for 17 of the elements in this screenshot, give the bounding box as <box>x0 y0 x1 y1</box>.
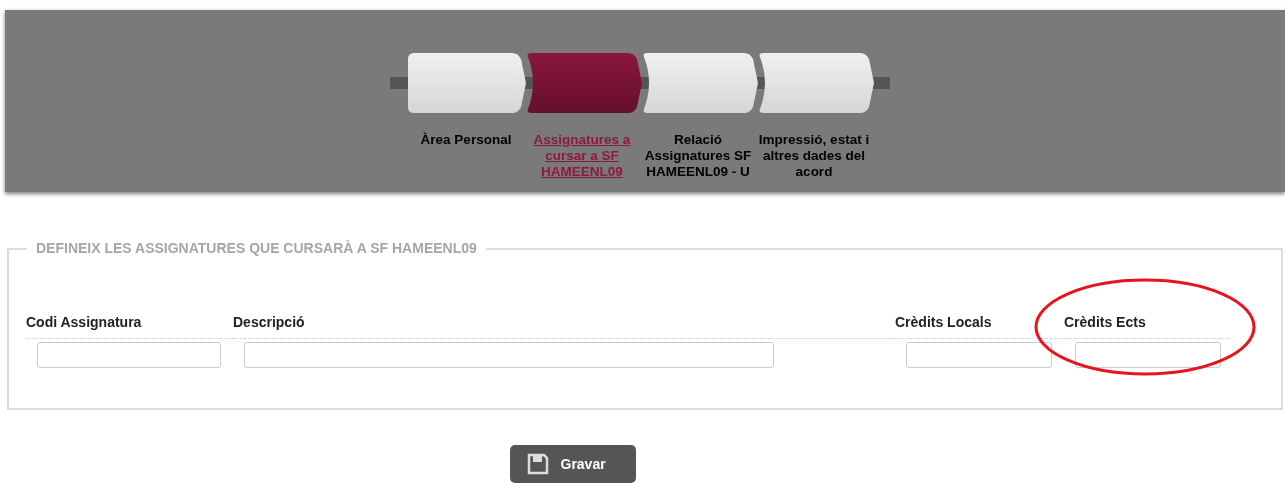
field-label: Descripció <box>233 314 305 330</box>
step-chevron[interactable] <box>643 53 758 113</box>
step-chevron[interactable] <box>408 53 526 113</box>
field-label: Codi Assignatura <box>26 314 142 330</box>
save-button[interactable]: Gravar <box>509 445 636 483</box>
field-label: Crèdits Locals <box>895 314 992 330</box>
section-legend: DEFINEIX LES ASSIGNATURES QUE CURSARÀ A SF HAMEENL09 <box>27 240 486 256</box>
text-input[interactable] <box>244 342 774 368</box>
step-label[interactable]: Relació Assignatures SF HAMEENL09 - U <box>640 132 756 180</box>
step-chevron[interactable] <box>527 53 642 113</box>
field-label: Crèdits Ects <box>1064 314 1146 330</box>
step-label[interactable]: Àrea Personal <box>408 132 524 148</box>
step-chevron[interactable] <box>759 53 874 113</box>
text-input[interactable] <box>37 342 221 368</box>
step-label[interactable]: Impressió, estat i altres dades del acord <box>756 132 872 180</box>
text-input[interactable] <box>906 342 1052 368</box>
text-input[interactable] <box>1075 342 1221 368</box>
